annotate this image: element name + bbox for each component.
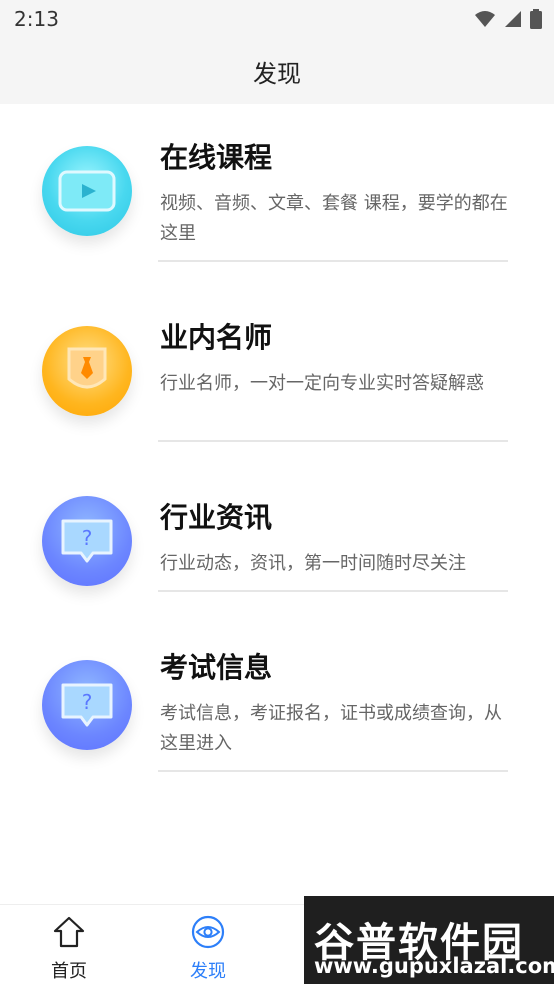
video-icon <box>42 146 132 236</box>
tab-home[interactable]: 首页 <box>14 905 124 985</box>
home-icon <box>52 915 86 953</box>
item-description: 行业动态，资讯，第一时间随时尽关注 <box>160 553 466 574</box>
watermark: 谷普软件园 www.gupuxlazal.com <box>304 896 554 984</box>
question-bubble-icon: ? <box>42 660 132 750</box>
item-title: 业内名师 <box>160 321 273 354</box>
item-description: 行业名师，一对一定向专业实时答疑解惑 <box>160 373 484 394</box>
item-divider <box>158 770 508 772</box>
item-title: 考试信息 <box>160 651 273 684</box>
list-item-online-courses[interactable]: 在线课程 视频、音频、文章、套餐 课程，要学的都在这里 <box>0 104 554 264</box>
tab-discover[interactable]: 发现 <box>153 905 263 985</box>
battery-icon <box>530 9 542 33</box>
list-item-exam-info[interactable]: ? 考试信息 考试信息，考证报名，证书或成绩查询，从这里进入 <box>0 614 554 774</box>
item-divider <box>158 440 508 442</box>
eye-icon <box>191 915 225 953</box>
teacher-badge-icon <box>42 326 132 416</box>
item-divider <box>158 260 508 262</box>
item-description: 考试信息，考证报名，证书或成绩查询，从这里进入 <box>160 703 502 754</box>
app-bar: 发现 <box>0 38 554 104</box>
item-title: 行业资讯 <box>160 501 273 534</box>
tab-label: 发现 <box>190 961 226 982</box>
item-description: 视频、音频、文章、套餐 课程，要学的都在这里 <box>160 193 508 244</box>
svg-text:?: ? <box>82 526 93 550</box>
list-item-industry-news[interactable]: ? 行业资讯 行业动态，资讯，第一时间随时尽关注 <box>0 464 554 594</box>
question-bubble-icon: ? <box>42 496 132 586</box>
tab-label: 首页 <box>51 961 87 982</box>
page-title: 发现 <box>253 59 301 88</box>
status-icons <box>474 9 542 33</box>
signal-icon <box>504 10 522 32</box>
status-time: 2:13 <box>14 7 59 31</box>
wifi-icon <box>474 10 496 32</box>
item-title: 在线课程 <box>160 141 273 174</box>
item-divider <box>158 590 508 592</box>
svg-text:?: ? <box>82 690 93 714</box>
status-bar: 2:13 <box>0 0 554 38</box>
list-item-industry-teachers[interactable]: 业内名师 行业名师，一对一定向专业实时答疑解惑 <box>0 284 554 444</box>
watermark-url: www.gupuxlazal.com <box>314 954 554 978</box>
